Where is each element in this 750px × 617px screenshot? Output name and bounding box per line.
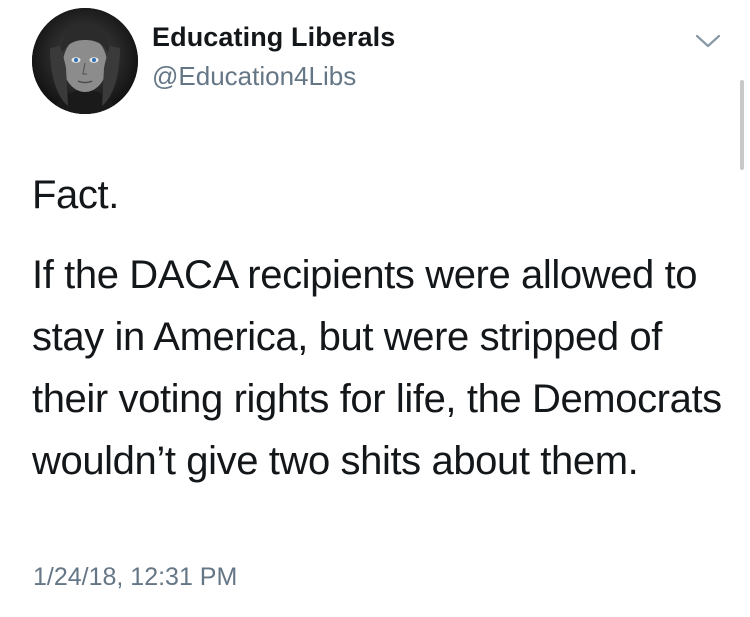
- author-display-name[interactable]: Educating Liberals: [152, 22, 395, 53]
- tweet-text-body: If the DACA recipients were allowed to s…: [32, 253, 722, 483]
- chevron-down-icon[interactable]: [694, 32, 722, 50]
- tweet-text: Fact. If the DACA recipients were allowe…: [32, 164, 732, 492]
- tweet-text-line-1: Fact.: [32, 173, 119, 217]
- tweet-card: Educating Liberals @Education4Libs Fact.…: [0, 0, 750, 617]
- author-handle[interactable]: @Education4Libs: [152, 61, 356, 92]
- avatar[interactable]: [32, 8, 138, 114]
- tweet-timestamp[interactable]: 1/24/18, 12:31 PM: [33, 563, 237, 592]
- scrollbar[interactable]: [740, 80, 744, 170]
- avatar-photo-icon: [32, 8, 138, 114]
